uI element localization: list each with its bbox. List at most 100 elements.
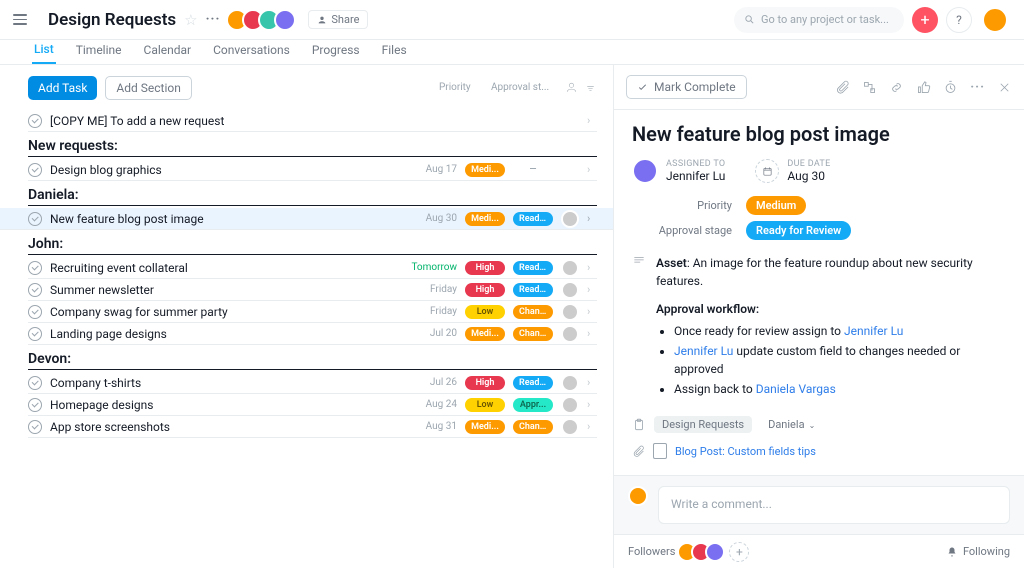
approval-pill[interactable]: Read...	[513, 261, 553, 275]
star-icon[interactable]: ☆	[184, 11, 197, 29]
user-mention[interactable]: Daniela Vargas	[756, 382, 836, 396]
section-header[interactable]: Daniela:	[28, 187, 597, 206]
timer-icon[interactable]	[943, 80, 958, 95]
tab-conversations[interactable]: Conversations	[211, 37, 292, 63]
add-task-button[interactable]: Add Task	[28, 76, 97, 100]
project-members[interactable]	[232, 9, 296, 31]
complete-checkbox[interactable]	[28, 305, 42, 319]
task-row[interactable]: [COPY ME] To add a new request›	[28, 110, 597, 132]
section-header[interactable]: Devon:	[28, 351, 597, 370]
approval-pill[interactable]: Read...	[513, 376, 553, 390]
assignee-icon[interactable]	[565, 81, 578, 94]
task-row[interactable]: Design blog graphicsAug 17Medi...—›	[28, 159, 597, 181]
global-add-button[interactable]: +	[912, 7, 938, 33]
approval-pill[interactable]: —	[513, 163, 553, 177]
section-header[interactable]: New requests:	[28, 138, 597, 157]
tab-calendar[interactable]: Calendar	[142, 37, 194, 63]
assignee-avatar[interactable]	[561, 325, 579, 343]
attachment-icon[interactable]	[835, 80, 850, 95]
complete-checkbox[interactable]	[28, 114, 42, 128]
approval-pill[interactable]: Read...	[513, 283, 553, 297]
task-row[interactable]: App store screenshotsAug 31Medi...Chan..…	[28, 416, 597, 438]
complete-checkbox[interactable]	[28, 283, 42, 297]
approval-field[interactable]: Approval stage Ready for Review	[632, 221, 1006, 240]
complete-checkbox[interactable]	[28, 261, 42, 275]
assignee-avatar[interactable]	[561, 374, 579, 392]
tab-files[interactable]: Files	[380, 37, 409, 63]
approval-pill[interactable]	[513, 119, 553, 123]
assignee-avatar[interactable]	[561, 418, 579, 436]
copy-link-icon[interactable]	[889, 80, 904, 95]
tab-timeline[interactable]: Timeline	[74, 37, 124, 63]
task-row[interactable]: Recruiting event collateralTomorrowHighR…	[28, 257, 597, 279]
task-row[interactable]: New feature blog post imageAug 30Medi...…	[0, 208, 613, 230]
due-date-field[interactable]: DUE DATE Aug 30	[755, 158, 830, 184]
assignee-avatar[interactable]	[561, 281, 579, 299]
like-icon[interactable]	[916, 80, 931, 95]
share-button[interactable]: Share	[308, 10, 368, 29]
attachment-icon[interactable]	[632, 445, 645, 458]
add-follower-button[interactable]: +	[729, 542, 749, 562]
task-date: Jul 26	[417, 377, 457, 388]
task-row[interactable]: Landing page designsJul 20Medi...Chan...…	[28, 323, 597, 345]
task-row[interactable]: Homepage designsAug 24LowAppr...›	[28, 394, 597, 416]
comment-input[interactable]: Write a comment...	[658, 486, 1010, 524]
task-row[interactable]: Company t-shirtsJul 26HighRead...›	[28, 372, 597, 394]
tab-list[interactable]: List	[32, 36, 56, 64]
approval-pill[interactable]: Chan...	[513, 305, 553, 319]
mark-complete-button[interactable]: Mark Complete	[626, 75, 747, 99]
assignee-avatar[interactable]	[561, 112, 579, 130]
assignee-field[interactable]: ASSIGNED TO Jennifer Lu	[632, 158, 725, 184]
priority-pill[interactable]: Low	[465, 398, 505, 412]
task-more-menu[interactable]: ···	[970, 80, 985, 95]
assignee-avatar[interactable]	[561, 396, 579, 414]
close-panel-icon[interactable]	[997, 80, 1012, 95]
complete-checkbox[interactable]	[28, 212, 42, 226]
assignee-avatar[interactable]	[561, 210, 579, 228]
approval-pill[interactable]: Chan...	[513, 327, 553, 341]
priority-pill[interactable]: High	[465, 283, 505, 297]
subtask-icon[interactable]	[862, 80, 877, 95]
approval-pill[interactable]: Appr...	[513, 398, 553, 412]
follower-avatars[interactable]	[683, 542, 725, 562]
help-button[interactable]: ?	[946, 7, 972, 33]
user-avatar[interactable]	[982, 7, 1008, 33]
task-title[interactable]: New feature blog post image	[632, 122, 1006, 146]
task-row[interactable]: Company swag for summer partyFridayLowCh…	[28, 301, 597, 323]
priority-pill[interactable]: High	[465, 376, 505, 390]
project-tag[interactable]: Design Requests	[654, 416, 752, 433]
priority-field[interactable]: Priority Medium	[632, 196, 1006, 215]
following-toggle[interactable]: Following	[946, 545, 1010, 558]
global-search[interactable]: Go to any project or task...	[734, 7, 904, 33]
menu-toggle[interactable]	[8, 8, 32, 32]
assignee-avatar[interactable]	[561, 259, 579, 277]
complete-checkbox[interactable]	[28, 163, 42, 177]
add-section-button[interactable]: Add Section	[105, 76, 191, 100]
approval-pill[interactable]: Chan...	[513, 420, 553, 434]
tab-progress[interactable]: Progress	[310, 37, 362, 63]
priority-pill[interactable]: Low	[465, 305, 505, 319]
approval-pill[interactable]: Read...	[513, 212, 553, 226]
priority-pill[interactable]: Medi...	[465, 212, 505, 226]
priority-pill[interactable]: Medi...	[465, 163, 505, 177]
assignee-avatar[interactable]	[561, 161, 579, 179]
priority-pill[interactable]: Medi...	[465, 327, 505, 341]
complete-checkbox[interactable]	[28, 376, 42, 390]
section-header[interactable]: John:	[28, 236, 597, 255]
assignee-avatar[interactable]	[561, 303, 579, 321]
priority-pill[interactable]: High	[465, 261, 505, 275]
complete-checkbox[interactable]	[28, 327, 42, 341]
section-tag[interactable]: Daniela⌄	[760, 416, 823, 433]
sort-icon[interactable]	[584, 81, 597, 94]
task-row[interactable]: Summer newsletterFridayHighRead...›	[28, 279, 597, 301]
priority-pill[interactable]	[465, 119, 505, 123]
comment-composer: Write a comment...	[614, 475, 1024, 534]
priority-pill[interactable]: Medi...	[465, 420, 505, 434]
complete-checkbox[interactable]	[28, 420, 42, 434]
user-mention[interactable]: Jennifer Lu	[674, 344, 733, 358]
user-mention[interactable]: Jennifer Lu	[844, 324, 903, 338]
complete-checkbox[interactable]	[28, 398, 42, 412]
task-description[interactable]: Asset: An image for the feature roundup …	[656, 254, 1006, 400]
project-more-menu[interactable]: ···	[206, 12, 221, 27]
attachment-link[interactable]: Blog Post: Custom fields tips	[675, 445, 816, 458]
